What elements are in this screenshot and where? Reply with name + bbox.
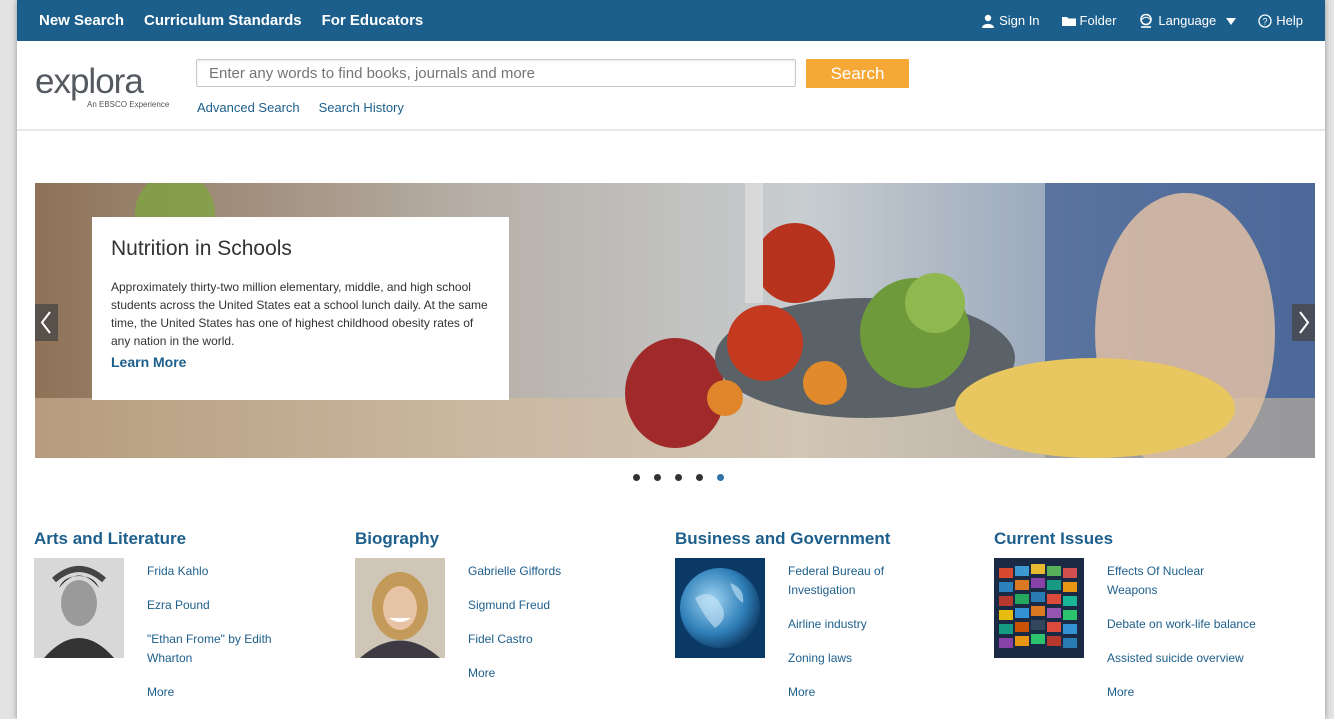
category-business-government: Business and Government Federal Bureau o… bbox=[675, 529, 975, 699]
svg-text:?: ? bbox=[1263, 16, 1268, 26]
category-link[interactable]: Federal Bureau of Investigation bbox=[788, 562, 938, 600]
chevron-right-icon bbox=[1299, 311, 1310, 334]
category-link[interactable]: Frida Kahlo bbox=[147, 562, 297, 581]
category-more-link[interactable]: More bbox=[1107, 683, 1257, 702]
carousel-dot[interactable] bbox=[633, 474, 640, 481]
user-icon bbox=[982, 14, 995, 28]
hero-title: Nutrition in Schools bbox=[111, 237, 292, 260]
folder-link[interactable]: Folder bbox=[1061, 13, 1117, 28]
category-link[interactable]: Sigmund Freud bbox=[468, 596, 618, 615]
category-link[interactable]: Airline industry bbox=[788, 615, 938, 634]
new-search-link[interactable]: New Search bbox=[39, 12, 124, 29]
category-more-link[interactable]: More bbox=[788, 683, 938, 702]
utility-nav: Sign In Folder Language ? Help bbox=[981, 0, 1303, 41]
search-button[interactable]: Search bbox=[806, 59, 909, 88]
category-link[interactable]: Ezra Pound bbox=[147, 596, 297, 615]
chevron-left-icon bbox=[40, 311, 51, 334]
primary-nav: New Search Curriculum Standards For Educ… bbox=[39, 0, 423, 41]
sign-in-link[interactable]: Sign In bbox=[981, 13, 1040, 28]
carousel-dot-active[interactable] bbox=[717, 474, 724, 481]
category-more-link[interactable]: More bbox=[468, 664, 618, 683]
search-options: Advanced Search Search History bbox=[197, 100, 404, 115]
category-arts-literature: Arts and Literature Frida Kahlo Ezra Pou… bbox=[34, 529, 334, 699]
category-link[interactable]: Fidel Castro bbox=[468, 630, 618, 649]
for-educators-link[interactable]: For Educators bbox=[322, 12, 424, 29]
advanced-search-link[interactable]: Advanced Search bbox=[197, 100, 300, 115]
browser-page: New Search Curriculum Standards For Educ… bbox=[17, 0, 1325, 719]
category-link[interactable]: Gabrielle Giffords bbox=[468, 562, 618, 581]
carousel-dots bbox=[633, 474, 724, 481]
category-current-issues: Current Issues Effects Of Nuclear Weapon… bbox=[994, 529, 1294, 699]
carousel-next-button[interactable] bbox=[1292, 304, 1315, 341]
top-navigation-bar: New Search Curriculum Standards For Educ… bbox=[17, 0, 1325, 41]
featured-carousel: Nutrition in Schools Approximately thirt… bbox=[35, 183, 1315, 458]
explora-logo[interactable]: explora An EBSCO Experience bbox=[35, 62, 169, 109]
category-link[interactable]: Zoning laws bbox=[788, 649, 938, 668]
category-title[interactable]: Arts and Literature bbox=[34, 529, 334, 549]
globe-thumbnail[interactable] bbox=[675, 558, 765, 658]
gabrielle-giffords-thumbnail[interactable] bbox=[355, 558, 445, 658]
search-history-link[interactable]: Search History bbox=[319, 100, 404, 115]
carousel-prev-button[interactable] bbox=[35, 304, 58, 341]
folder-label: Folder bbox=[1079, 13, 1117, 28]
help-link[interactable]: ? Help bbox=[1258, 13, 1303, 28]
category-links: Frida Kahlo Ezra Pound "Ethan Frome" by … bbox=[147, 562, 297, 717]
category-more-link[interactable]: More bbox=[147, 683, 297, 702]
logo-tagline: An EBSCO Experience bbox=[87, 100, 170, 109]
caret-down-icon bbox=[1226, 17, 1237, 25]
category-links: Gabrielle Giffords Sigmund Freud Fidel C… bbox=[468, 562, 618, 698]
folder-icon bbox=[1061, 16, 1076, 26]
category-link[interactable]: Debate on work-life balance bbox=[1107, 615, 1257, 634]
category-title[interactable]: Business and Government bbox=[675, 529, 975, 549]
frida-kahlo-thumbnail[interactable] bbox=[34, 558, 124, 658]
sign-in-label: Sign In bbox=[999, 13, 1040, 28]
category-biography: Biography Gabrielle Giffords Sigmund Fre… bbox=[355, 529, 655, 680]
carousel-dot[interactable] bbox=[654, 474, 661, 481]
category-title[interactable]: Current Issues bbox=[994, 529, 1294, 549]
curriculum-standards-link[interactable]: Curriculum Standards bbox=[144, 12, 302, 29]
category-links: Effects Of Nuclear Weapons Debate on wor… bbox=[1107, 562, 1257, 717]
category-link[interactable]: "Ethan Frome" by Edith Wharton bbox=[147, 630, 297, 668]
language-label: Language bbox=[1158, 13, 1217, 28]
category-title[interactable]: Biography bbox=[355, 529, 655, 549]
globe-icon bbox=[1140, 13, 1153, 28]
help-icon: ? bbox=[1258, 13, 1272, 28]
language-dropdown[interactable]: Language bbox=[1138, 13, 1237, 29]
category-links: Federal Bureau of Investigation Airline … bbox=[788, 562, 938, 717]
category-link[interactable]: Effects Of Nuclear Weapons bbox=[1107, 562, 1257, 600]
help-label: Help bbox=[1276, 13, 1303, 28]
hero-description: Approximately thirty-two million element… bbox=[111, 280, 488, 348]
hero-card: Nutrition in Schools Approximately thirt… bbox=[92, 217, 509, 400]
logo-wordmark: explora bbox=[35, 62, 144, 101]
category-link[interactable]: Assisted suicide overview bbox=[1107, 649, 1257, 668]
carousel-dot[interactable] bbox=[696, 474, 703, 481]
media-screens-thumbnail[interactable] bbox=[994, 558, 1084, 658]
learn-more-link[interactable]: Learn More bbox=[111, 354, 489, 370]
carousel-dot[interactable] bbox=[675, 474, 682, 481]
search-input[interactable] bbox=[196, 59, 796, 87]
